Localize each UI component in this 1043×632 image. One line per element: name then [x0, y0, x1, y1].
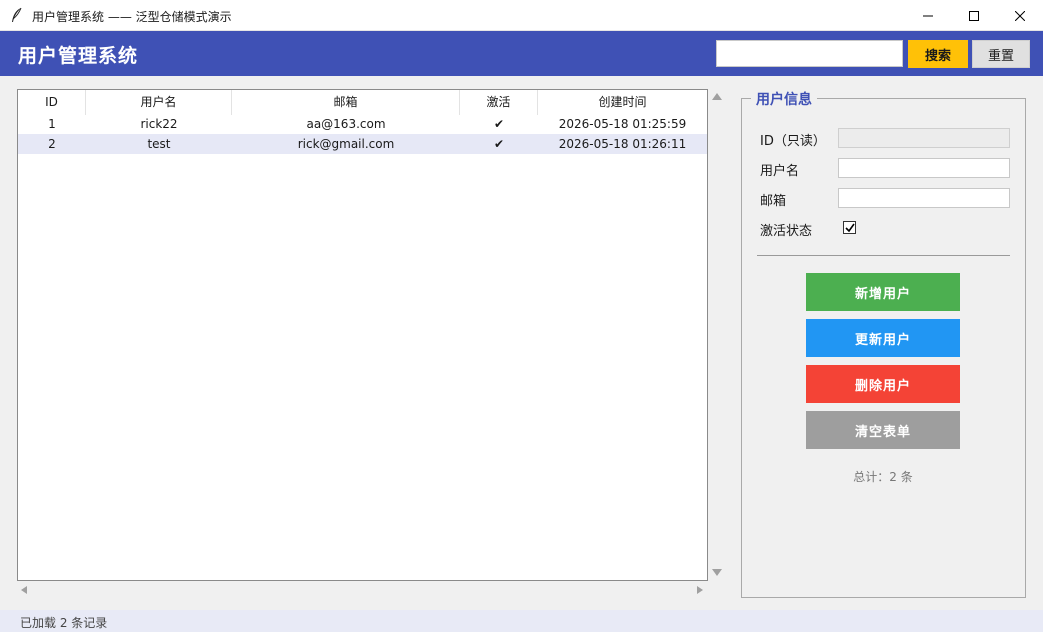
search-button[interactable]: 搜索 — [908, 40, 968, 68]
reset-button[interactable]: 重置 — [972, 40, 1030, 68]
status-text: 已加载 2 条记录 — [20, 616, 108, 630]
delete-user-button[interactable]: 删除用户 — [806, 365, 960, 403]
column-header-email[interactable]: 邮箱 — [232, 90, 460, 115]
close-button[interactable] — [997, 0, 1043, 31]
cell-username: rick22 — [140, 117, 178, 131]
id-label: ID（只读） — [760, 134, 826, 149]
cell-active: ✔ — [493, 117, 505, 131]
cell-active: ✔ — [493, 137, 505, 151]
maximize-button[interactable] — [951, 0, 997, 31]
minimize-button[interactable] — [905, 0, 951, 31]
clear-form-button[interactable]: 清空表单 — [806, 411, 960, 449]
active-label: 激活状态 — [760, 224, 813, 239]
cell-email: rick@gmail.com — [297, 137, 395, 151]
app-header: 用户管理系统 搜索 重置 — [0, 31, 1043, 76]
minimize-icon — [923, 15, 933, 16]
column-header-created[interactable]: 创建时间 — [538, 90, 707, 115]
window-titlebar: 用户管理系统 —— 泛型仓储模式演示 — [0, 0, 1043, 31]
username-field[interactable] — [838, 158, 1010, 178]
table-row-selected[interactable]: 2 test rick@gmail.com ✔ 2026-05-18 01:26… — [18, 134, 707, 154]
cell-email: aa@163.com — [306, 117, 386, 131]
status-bar: 已加载 2 条记录 — [0, 610, 1043, 632]
column-header-active[interactable]: 激活 — [460, 90, 538, 115]
update-user-button[interactable]: 更新用户 — [806, 319, 960, 357]
window-title: 用户管理系统 —— 泛型仓储模式演示 — [32, 10, 232, 24]
feather-icon — [12, 7, 22, 22]
column-header-username[interactable]: 用户名 — [86, 90, 232, 115]
column-header-id[interactable]: ID — [18, 90, 86, 115]
table-row[interactable]: 1 rick22 aa@163.com ✔ 2026-05-18 01:25:5… — [18, 114, 707, 134]
email-label: 邮箱 — [760, 194, 787, 209]
cell-id: 1 — [48, 117, 56, 131]
email-field[interactable] — [838, 188, 1010, 208]
cell-created: 2026-05-18 01:25:59 — [558, 117, 687, 131]
maximize-icon — [969, 10, 979, 21]
close-icon — [1015, 10, 1025, 21]
form-divider — [757, 255, 1010, 256]
vertical-scrollbar[interactable] — [710, 89, 724, 581]
scroll-left-icon[interactable] — [21, 586, 27, 594]
cell-created: 2026-05-18 01:26:11 — [558, 137, 687, 151]
panel-title: 用户信息 — [751, 89, 817, 109]
table-header: ID 用户名 邮箱 激活 创建时间 — [18, 90, 707, 115]
cell-username: test — [147, 137, 171, 151]
id-field — [838, 128, 1010, 148]
username-label: 用户名 — [760, 164, 800, 179]
search-input[interactable] — [716, 40, 903, 67]
checkmark-icon — [845, 223, 855, 233]
active-checkbox[interactable] — [843, 221, 856, 234]
total-count: 总计：2 条 — [853, 470, 913, 484]
scroll-up-icon[interactable] — [712, 93, 722, 100]
cell-id: 2 — [48, 137, 56, 151]
add-user-button[interactable]: 新增用户 — [806, 273, 960, 311]
app-title: 用户管理系统 — [18, 45, 139, 67]
user-table[interactable]: ID 用户名 邮箱 激活 创建时间 1 rick22 aa@163.com ✔ … — [17, 89, 708, 581]
horizontal-scrollbar[interactable] — [17, 583, 708, 597]
scroll-right-icon[interactable] — [697, 586, 703, 594]
scroll-down-icon[interactable] — [712, 569, 722, 576]
